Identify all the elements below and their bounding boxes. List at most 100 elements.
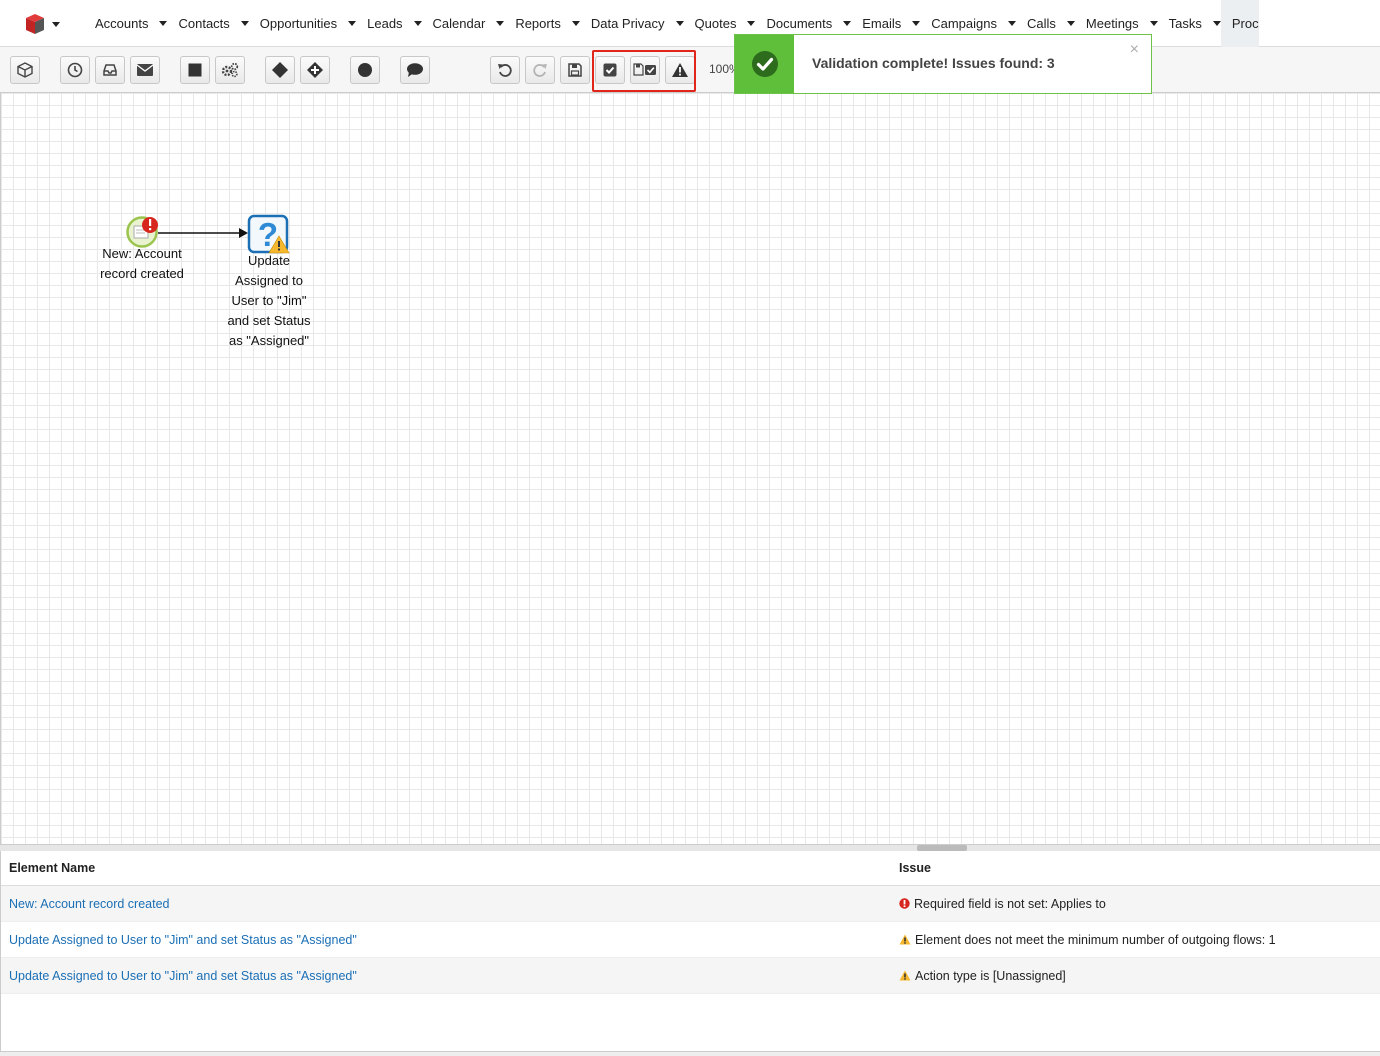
- validation-buttons-highlight: [592, 50, 696, 92]
- element-link[interactable]: Update Assigned to User to "Jim" and set…: [9, 969, 357, 983]
- action-label-line: Assigned to: [235, 273, 303, 288]
- redo-button[interactable]: [525, 56, 555, 84]
- chevron-down-icon[interactable]: [348, 21, 357, 26]
- nav-tab-label: Meetings: [1085, 16, 1139, 31]
- chevron-down-icon[interactable]: [413, 21, 422, 26]
- nav-tab-label: Opportunities: [259, 16, 338, 31]
- start-label-line: New: Account: [102, 246, 182, 261]
- send-message-button[interactable]: [130, 56, 160, 84]
- nav-tab-label: Emails: [862, 16, 902, 31]
- table-row[interactable]: New: Account record created Required fiel…: [1, 885, 1380, 922]
- validation-toast: Validation complete! Issues found: 3 ×: [734, 34, 1152, 94]
- chevron-down-icon[interactable]: [240, 21, 249, 26]
- chevron-down-icon[interactable]: [675, 21, 684, 26]
- process-design-canvas[interactable]: ? New: Account record created Update Ass…: [0, 93, 1380, 844]
- issue-text: Action type is [Unassigned]: [915, 968, 1066, 983]
- action-button[interactable]: [215, 56, 245, 84]
- square-icon: [188, 63, 202, 77]
- column-header-element-name[interactable]: Element Name: [1, 851, 891, 886]
- cube-icon: [17, 62, 33, 78]
- gears-icon: [221, 62, 239, 78]
- issue-cell: Required field is not set: Applies to: [891, 885, 1380, 922]
- save-button[interactable]: [560, 56, 590, 84]
- inbox-icon: [103, 64, 117, 76]
- issue-text: Required field is not set: Applies to: [914, 896, 1106, 911]
- issue-text: Element does not meet the minimum number…: [915, 932, 1276, 947]
- chevron-down-icon[interactable]: [571, 21, 580, 26]
- diamond-icon: [272, 62, 288, 78]
- column-header-issue[interactable]: Issue: [891, 851, 1380, 886]
- action-label-line: Update: [248, 253, 290, 268]
- action-label-line: and set Status: [227, 313, 311, 328]
- nav-tab-label: Proc: [1231, 16, 1259, 31]
- envelope-icon: [136, 64, 154, 76]
- chevron-down-icon[interactable]: [843, 21, 852, 26]
- nav-tab-label: Leads: [367, 16, 403, 31]
- toast-message: Validation complete! Issues found: 3: [812, 55, 1055, 71]
- issue-cell: Action type is [Unassigned]: [891, 957, 1380, 994]
- nav-tab-overflow[interactable]: Proc: [1220, 0, 1259, 47]
- issue-cell: Element does not meet the minimum number…: [891, 921, 1380, 958]
- start-label-line: record created: [100, 266, 184, 281]
- nav-tab-calendar[interactable]: Calendar: [422, 0, 505, 47]
- nav-tab-tasks[interactable]: Tasks: [1158, 0, 1221, 47]
- panel-splitter[interactable]: [0, 844, 1380, 851]
- app-logo-menu[interactable]: [22, 12, 62, 36]
- nav-tab-contacts[interactable]: Contacts: [167, 0, 249, 47]
- check-circle-icon: [751, 51, 778, 77]
- circle-icon: [358, 63, 372, 77]
- parallel-gateway-button[interactable]: [300, 56, 330, 84]
- receive-message-button[interactable]: [95, 56, 125, 84]
- table-row[interactable]: Update Assigned to User to "Jim" and set…: [1, 957, 1380, 994]
- element-link[interactable]: Update Assigned to User to "Jim" and set…: [9, 933, 357, 947]
- nav-tab-label: Calendar: [432, 16, 486, 31]
- exclusive-gateway-button[interactable]: [265, 56, 295, 84]
- nav-tab-label: Data Privacy: [590, 16, 665, 31]
- comment-button[interactable]: [400, 56, 430, 84]
- chevron-down-icon[interactable]: [496, 21, 505, 26]
- warning-icon: [899, 934, 911, 945]
- toast-close-button[interactable]: ×: [1130, 41, 1139, 59]
- chevron-down-icon[interactable]: [912, 21, 921, 26]
- nav-tab-label: Reports: [515, 16, 561, 31]
- chevron-down-icon: [52, 22, 60, 27]
- chevron-down-icon[interactable]: [159, 21, 168, 26]
- chevron-down-icon[interactable]: [1066, 21, 1075, 26]
- start-event-label: New: Account record created: [87, 244, 197, 284]
- redo-icon: [533, 64, 547, 77]
- element-name-cell: Update Assigned to User to "Jim" and set…: [1, 957, 891, 994]
- chevron-down-icon[interactable]: [1008, 21, 1016, 26]
- sequence-flow-connector[interactable]: [158, 228, 248, 238]
- nav-tab-label: Campaigns: [931, 16, 997, 31]
- chevron-down-icon[interactable]: [747, 21, 756, 26]
- nav-tab-accounts[interactable]: Accounts: [84, 0, 168, 47]
- nav-tab-data-privacy[interactable]: Data Privacy: [580, 0, 684, 47]
- nav-tab-opportunities[interactable]: Opportunities: [249, 0, 357, 47]
- activity-button[interactable]: [180, 56, 210, 84]
- table-header-row: Element Name Issue: [1, 851, 1380, 886]
- nav-tab-label: Calls: [1027, 16, 1056, 31]
- nav-tab-label: Documents: [766, 16, 833, 31]
- cube-logo-icon: [26, 14, 60, 34]
- validation-issues-panel: Element Name Issue New: Account record c…: [0, 851, 1380, 1056]
- nav-tab-label: Tasks: [1168, 16, 1202, 31]
- warning-icon: [899, 970, 911, 981]
- undo-button[interactable]: [490, 56, 520, 84]
- diamond-plus-icon: [307, 62, 323, 78]
- comment-icon: [407, 63, 423, 77]
- chevron-down-icon[interactable]: [1149, 21, 1158, 26]
- nav-tab-leads[interactable]: Leads: [356, 0, 422, 47]
- nav-tab-label: Accounts: [95, 16, 149, 31]
- nav-tab-reports[interactable]: Reports: [504, 0, 580, 47]
- issues-table: Element Name Issue New: Account record c…: [1, 851, 1380, 994]
- element-link[interactable]: New: Account record created: [9, 897, 170, 911]
- save-icon: [568, 63, 582, 77]
- end-event-button[interactable]: [350, 56, 380, 84]
- timer-event-button[interactable]: [60, 56, 90, 84]
- cube-button[interactable]: [10, 56, 40, 84]
- undo-icon: [498, 64, 512, 77]
- chevron-down-icon[interactable]: [1212, 21, 1221, 26]
- toast-status-area: [735, 35, 794, 93]
- action-label-line: as "Assigned": [228, 333, 310, 348]
- table-row[interactable]: Update Assigned to User to "Jim" and set…: [1, 921, 1380, 958]
